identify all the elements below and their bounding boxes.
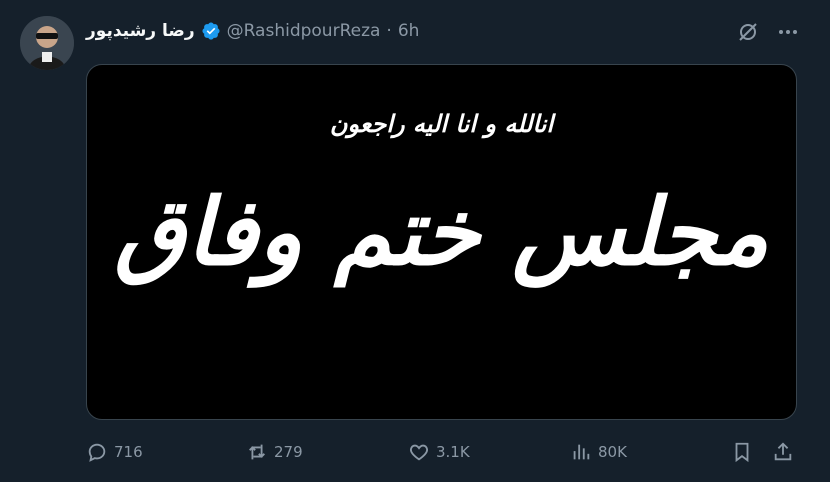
share-icon [774,442,792,461]
grok-icon[interactable] [736,20,760,44]
verified-icon [201,21,221,41]
bookmark-button[interactable] [731,438,753,466]
media-text-top: انالله و انا الیه راجعون [329,109,554,138]
avatar[interactable] [20,16,74,70]
bookmark-icon [735,442,749,463]
media-text-main: مجلس ختم وفاق [114,178,769,286]
like-button[interactable]: 3.1K [408,438,470,466]
like-count: 3.1K [436,443,470,461]
timestamp[interactable]: 6h [398,21,420,41]
reply-count: 716 [114,443,143,461]
like-icon [410,444,428,461]
retweet-button[interactable]: 279 [246,438,303,466]
tweet-header: رضا رشیدپور @RashidpourReza · 6h [86,18,419,44]
display-name[interactable]: رضا رشیدپور [86,21,195,41]
reply-button[interactable]: 716 [86,438,143,466]
retweet-icon [249,444,265,460]
views-count: 80K [598,443,627,461]
tweet-media-image[interactable]: انالله و انا الیه راجعون مجلس ختم وفاق [86,64,797,420]
tweet-actions: 716 279 3.1K 80K [86,438,801,466]
reply-icon [88,443,106,462]
more-icon[interactable] [776,20,800,44]
retweet-count: 279 [274,443,303,461]
separator-dot: · [386,21,392,41]
views-button[interactable]: 80K [570,438,627,466]
share-button[interactable] [772,438,794,466]
views-icon [573,444,590,460]
handle[interactable]: @RashidpourReza [227,21,381,41]
